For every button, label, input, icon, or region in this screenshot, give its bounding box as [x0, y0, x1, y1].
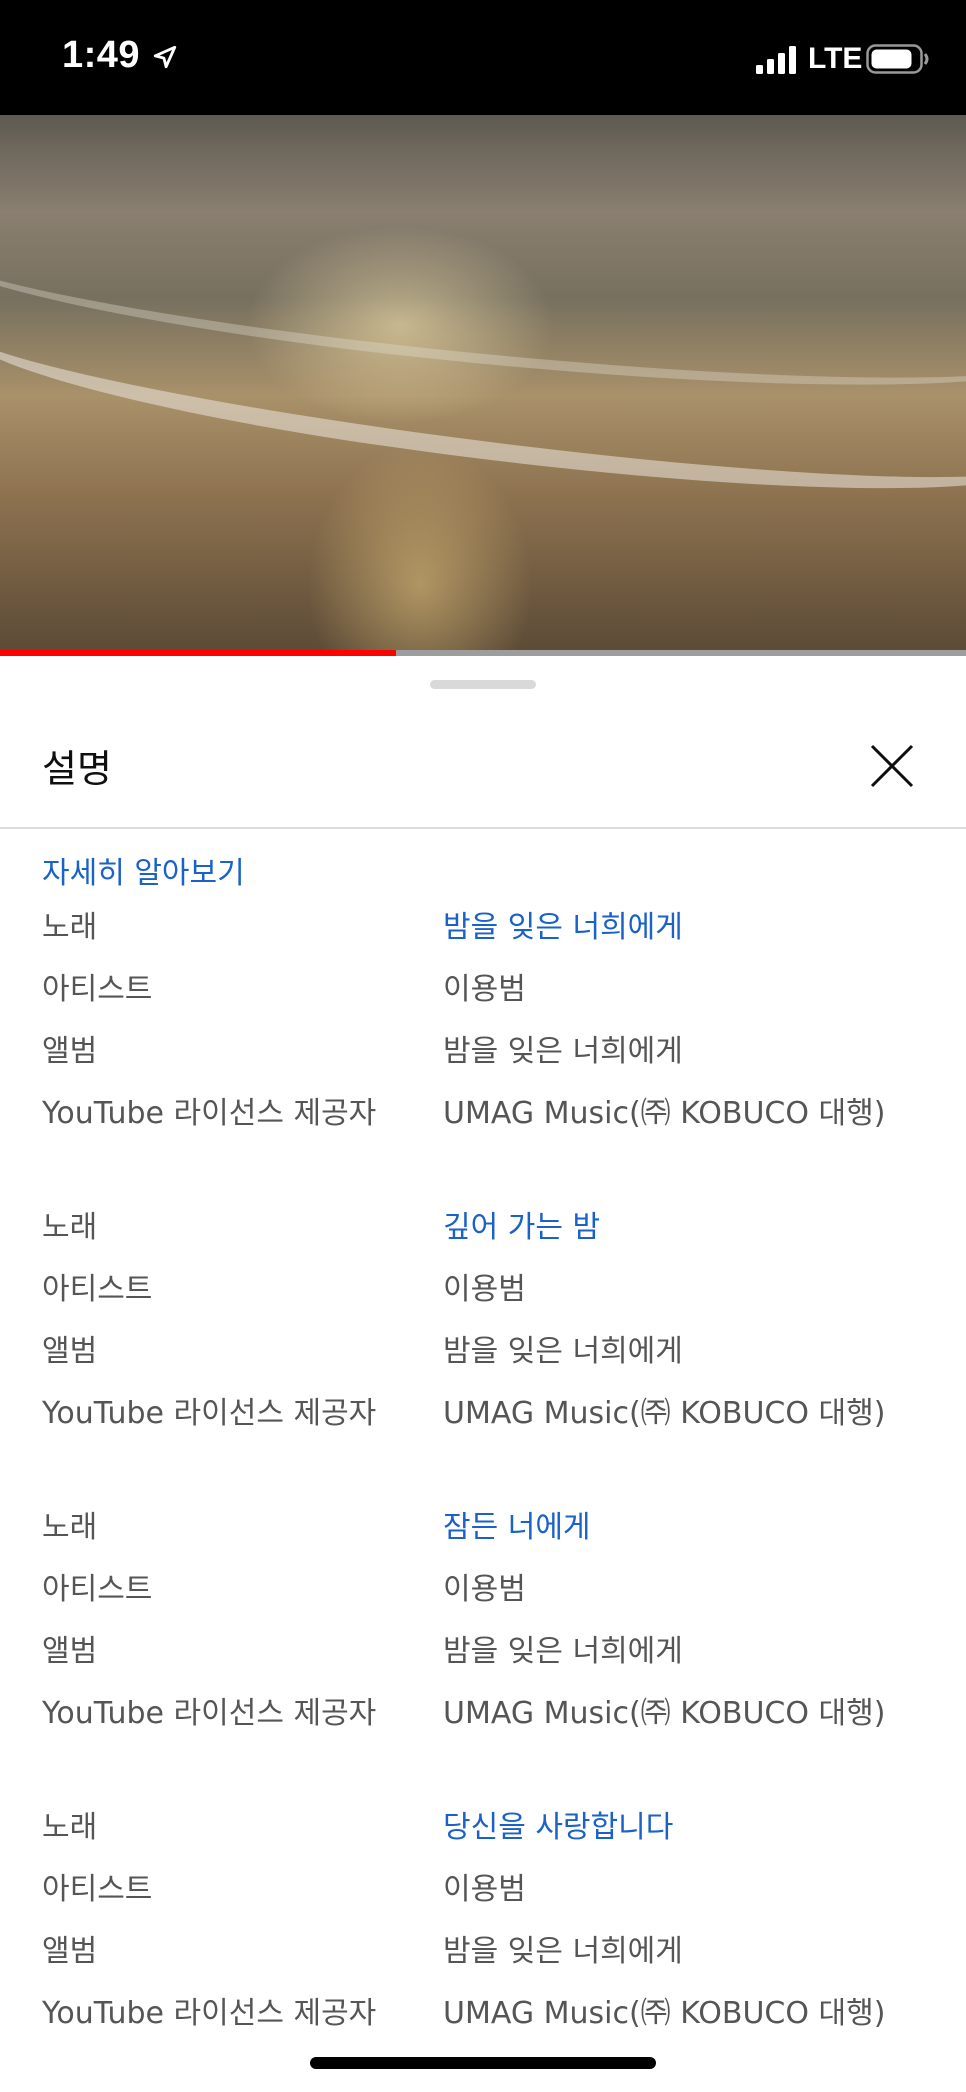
credit-row-license: YouTube 라이선스 제공자 UMAG Music(㈜ KOBUCO 대행) — [0, 1984, 966, 2044]
video-player[interactable] — [0, 115, 966, 655]
credit-row-song: 노래 당신을 사랑합니다 — [0, 1798, 966, 1858]
credit-row-artist: 아티스트 이용범 — [0, 1260, 966, 1320]
credit-row-album: 앨범 밤을 잊은 너희에게 — [0, 1022, 966, 1082]
song-title-link[interactable]: 잠든 너에게 — [443, 1498, 591, 1558]
credit-label-license: YouTube 라이선스 제공자 — [42, 1696, 377, 1731]
credit-row-license: YouTube 라이선스 제공자 UMAG Music(㈜ KOBUCO 대행) — [0, 1384, 966, 1444]
song-title-link[interactable]: 깊어 가는 밤 — [443, 1198, 600, 1258]
credit-label-artist: 아티스트 — [42, 1572, 153, 1607]
credit-row-artist: 아티스트 이용범 — [0, 1560, 966, 1620]
location-arrow-icon — [153, 45, 177, 69]
credit-label-artist: 아티스트 — [42, 1272, 153, 1307]
credit-row-album: 앨범 밤을 잊은 너희에게 — [0, 1322, 966, 1382]
status-time: 1:49 — [62, 34, 141, 76]
learn-more-link[interactable]: 자세히 알아보기 — [42, 848, 245, 892]
battery-icon — [866, 44, 929, 74]
credit-label-album: 앨범 — [42, 1634, 98, 1669]
credit-label-artist: 아티스트 — [42, 972, 153, 1007]
credit-label-album: 앨범 — [42, 1034, 98, 1069]
credit-value-license: UMAG Music(㈜ KOBUCO 대행) — [443, 1396, 886, 1431]
close-icon[interactable] — [866, 740, 918, 792]
credit-row-license: YouTube 라이선스 제공자 UMAG Music(㈜ KOBUCO 대행) — [0, 1684, 966, 1744]
credit-row-album: 앨범 밤을 잊은 너희에게 — [0, 1922, 966, 1982]
credit-row-song: 노래 밤을 잊은 너희에게 — [0, 898, 966, 958]
credit-value-album: 밤을 잊은 너희에게 — [443, 1634, 683, 1669]
sheet-divider — [0, 827, 966, 829]
video-progress-fill — [0, 650, 397, 656]
credit-row-artist: 아티스트 이용범 — [0, 960, 966, 1020]
credit-row-license: YouTube 라이선스 제공자 UMAG Music(㈜ KOBUCO 대행) — [0, 1084, 966, 1144]
credit-label-license: YouTube 라이선스 제공자 — [42, 1396, 377, 1431]
credit-label-album: 앨범 — [42, 1334, 98, 1369]
sheet-title: 설명 — [42, 747, 112, 791]
credit-label-song: 노래 — [42, 910, 98, 945]
credit-value-album: 밤을 잊은 너희에게 — [443, 1034, 683, 1069]
credit-row-artist: 아티스트 이용범 — [0, 1860, 966, 1920]
credit-value-artist: 이용범 — [443, 1872, 526, 1907]
network-type: LTE — [808, 42, 863, 75]
credit-value-album: 밤을 잊은 너희에게 — [443, 1334, 683, 1369]
song-title-link[interactable]: 밤을 잊은 너희에게 — [443, 898, 683, 958]
status-bar: 1:49 LTE — [0, 0, 966, 115]
video-progress-bar[interactable] — [0, 650, 966, 656]
credit-label-artist: 아티스트 — [42, 1872, 153, 1907]
credit-value-license: UMAG Music(㈜ KOBUCO 대행) — [443, 1696, 886, 1731]
credit-label-license: YouTube 라이선스 제공자 — [42, 1996, 377, 2031]
credit-value-artist: 이용범 — [443, 972, 526, 1007]
credit-label-song: 노래 — [42, 1210, 98, 1245]
credit-value-artist: 이용범 — [443, 1272, 526, 1307]
signal-bars-icon — [756, 46, 796, 74]
credit-row-song: 노래 깊어 가는 밤 — [0, 1198, 966, 1258]
credit-row-album: 앨범 밤을 잊은 너희에게 — [0, 1622, 966, 1682]
credit-label-album: 앨범 — [42, 1934, 98, 1969]
credit-value-artist: 이용범 — [443, 1572, 526, 1607]
song-title-link[interactable]: 당신을 사랑합니다 — [443, 1798, 673, 1858]
sheet-drag-handle[interactable] — [430, 680, 536, 689]
home-indicator — [310, 2057, 656, 2069]
credit-value-license: UMAG Music(㈜ KOBUCO 대행) — [443, 1096, 886, 1131]
credit-label-license: YouTube 라이선스 제공자 — [42, 1096, 377, 1131]
credit-value-album: 밤을 잊은 너희에게 — [443, 1934, 683, 1969]
credit-label-song: 노래 — [42, 1810, 98, 1845]
credit-row-song: 노래 잠든 너에게 — [0, 1498, 966, 1558]
credit-label-song: 노래 — [42, 1510, 98, 1545]
credit-value-license: UMAG Music(㈜ KOBUCO 대행) — [443, 1996, 886, 2031]
